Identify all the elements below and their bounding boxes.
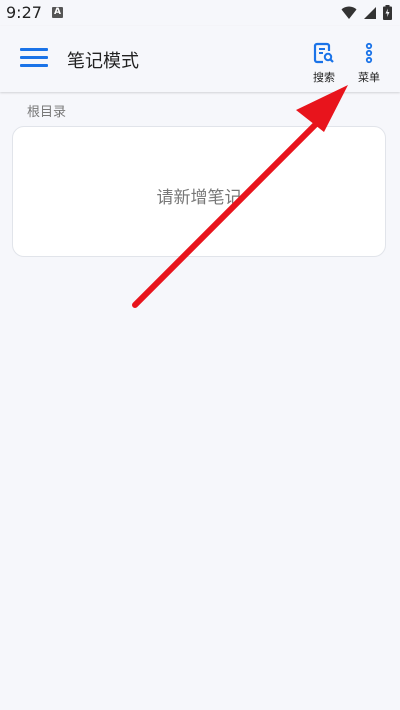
more-vert-icon — [365, 42, 373, 64]
search-button-label: 搜索 — [313, 71, 335, 84]
empty-notes-card[interactable]: 请新增笔记 — [12, 126, 386, 257]
hamburger-menu-button[interactable] — [20, 48, 48, 70]
hamburger-menu-icon — [20, 48, 48, 51]
page-title: 笔记模式 — [67, 51, 139, 72]
search-note-icon — [313, 42, 334, 64]
notification-icon: A — [52, 7, 63, 18]
status-bar: 9:27 A — [0, 0, 400, 26]
status-time: 9:27 — [6, 3, 42, 22]
breadcrumb-root: 根目录 — [27, 105, 67, 120]
hamburger-line — [20, 64, 48, 67]
signal-icon — [364, 6, 376, 19]
hamburger-line — [20, 56, 48, 59]
more-menu-label: 菜单 — [358, 71, 380, 84]
app-bar: 笔记模式 搜索 菜单 — [0, 26, 400, 92]
wifi-icon — [341, 6, 357, 19]
battery-icon — [383, 5, 392, 20]
search-button[interactable]: 搜索 — [306, 42, 342, 85]
empty-state-message: 请新增笔记 — [156, 188, 242, 208]
status-icons — [341, 5, 392, 20]
more-menu-button[interactable]: 菜单 — [351, 42, 387, 85]
